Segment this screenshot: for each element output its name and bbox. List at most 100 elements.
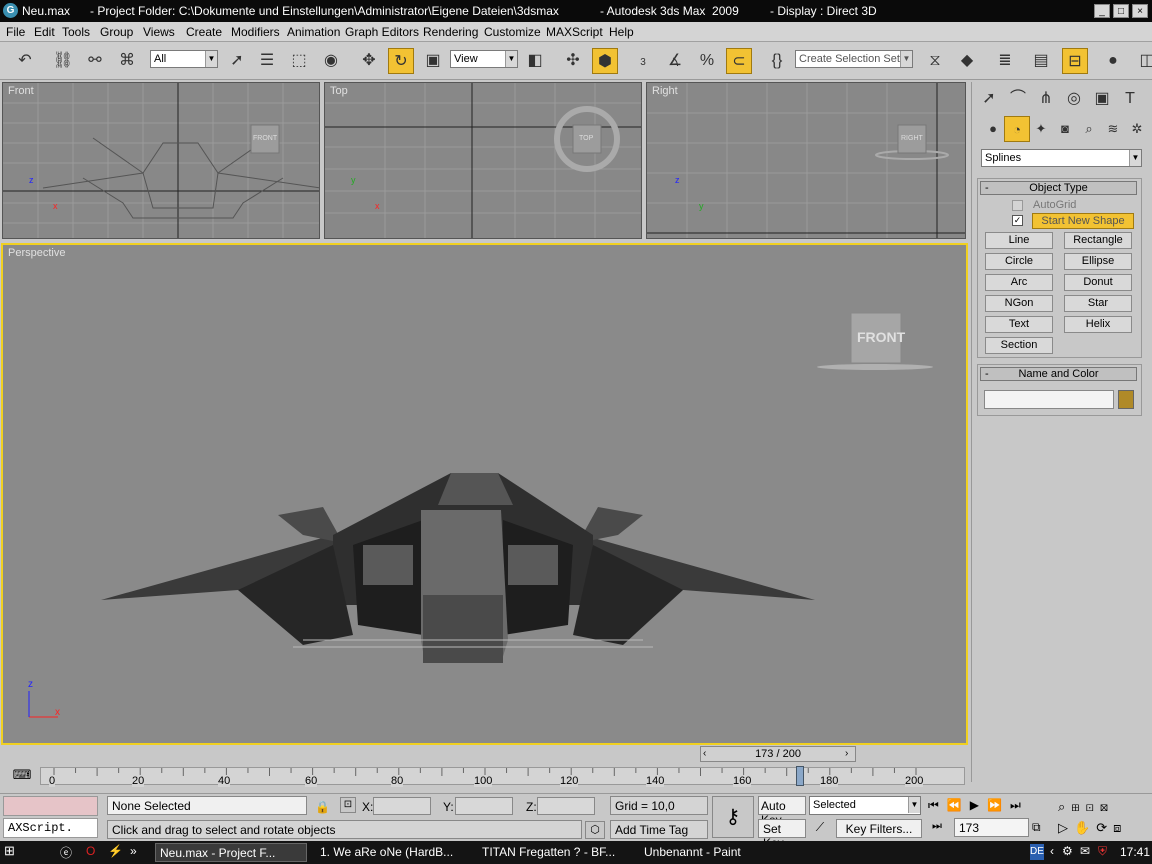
snap-toggle-icon[interactable]: 3	[630, 48, 656, 74]
current-frame-marker[interactable]	[795, 766, 804, 786]
helpers-icon[interactable]: ⌕	[1076, 116, 1102, 142]
task-3dsmax[interactable]: Neu.max - Project F...	[155, 843, 307, 862]
select-by-name-icon[interactable]: ☰	[254, 48, 280, 74]
undo-icon[interactable]: ↶	[12, 48, 38, 74]
start-new-shape-checkbox[interactable]: ✓	[1012, 215, 1023, 226]
modify-tab-icon[interactable]: ⌒	[1005, 86, 1031, 112]
viewport-top[interactable]: Top TOP y x	[324, 82, 642, 239]
bind-space-warp-icon[interactable]: ⌘	[114, 48, 140, 74]
default-tangents-icon[interactable]: ⟋	[810, 820, 830, 838]
systems-icon[interactable]: ✲	[1124, 116, 1150, 142]
menu-maxscript[interactable]: MAXScript	[546, 25, 603, 39]
lock-icon[interactable]: 🔒	[315, 800, 330, 814]
app-icon[interactable]: G	[3, 3, 18, 18]
key-mode-dropdown[interactable]: Selected ▼	[809, 796, 921, 815]
set-key-icon[interactable]: ⚷	[712, 796, 754, 838]
pan-icon[interactable]: ✋	[1074, 820, 1096, 835]
schematic-view-icon[interactable]: ⊟	[1062, 48, 1088, 74]
mini-curve-editor-icon[interactable]: ⌨	[12, 767, 32, 783]
shapes-icon[interactable]: ◔	[1004, 116, 1030, 142]
key-mode-toggle-icon[interactable]: ⏭	[932, 820, 942, 833]
tray-expand-icon[interactable]: ‹	[1050, 844, 1054, 858]
zoom-icon[interactable]: ⌕	[1058, 799, 1071, 814]
edit-named-selection-icon[interactable]: {}	[764, 48, 790, 74]
z-coordinate-input[interactable]	[537, 797, 595, 815]
orbit-icon[interactable]: ⟳	[1096, 820, 1113, 835]
autogrid-checkbox[interactable]	[1012, 200, 1023, 211]
menu-rendering[interactable]: Rendering	[423, 25, 478, 39]
select-scale-icon[interactable]: ▣	[420, 48, 446, 74]
render-setup-icon[interactable]: ◫	[1134, 48, 1152, 74]
menu-create[interactable]: Create	[186, 25, 222, 39]
zoom-extents-icon[interactable]: ⊡	[1086, 799, 1100, 814]
field-of-view-icon[interactable]: ▷	[1058, 820, 1074, 835]
hierarchy-tab-icon[interactable]: ⋔	[1033, 86, 1059, 112]
helix-button[interactable]: Helix	[1064, 316, 1132, 333]
key-filters-button[interactable]: Key Filters...	[836, 819, 922, 838]
quicklaunch-opera-icon[interactable]: O	[86, 844, 95, 858]
task-winamp[interactable]: 1. We aRe oNe (HardB...	[316, 843, 466, 862]
viewcube-top-label[interactable]: TOP	[579, 135, 593, 142]
viewport-right[interactable]: Right RIGHT z y	[646, 82, 966, 239]
time-slider[interactable]: ‹ 173 / 200 ›	[700, 746, 856, 762]
align-icon[interactable]: ◆	[954, 48, 980, 74]
layer-manager-icon[interactable]: ≣	[992, 48, 1018, 74]
keyboard-shortcut-override-icon[interactable]: ⬢	[592, 48, 618, 74]
star-button[interactable]: Star	[1064, 295, 1132, 312]
selection-filter-dropdown[interactable]: All ▼	[150, 50, 218, 68]
section-button[interactable]: Section	[985, 337, 1053, 354]
absolute-mode-icon[interactable]: ⊡	[340, 797, 356, 813]
maxscript-listener-mini[interactable]	[3, 796, 98, 816]
viewport-front[interactable]: Front FRONT z x	[2, 82, 320, 239]
name-color-rollout-header[interactable]: - Name and Color	[980, 367, 1137, 381]
viewcube-front-label[interactable]: FRONT	[857, 329, 905, 345]
x-coordinate-input[interactable]	[373, 797, 431, 815]
tray-antivirus-icon[interactable]: ⛨	[1098, 844, 1107, 859]
menu-edit[interactable]: Edit	[34, 25, 55, 39]
clock[interactable]: 17:41	[1120, 845, 1150, 859]
maximize-button[interactable]: □	[1113, 4, 1129, 18]
pivot-center-icon[interactable]: ◧	[522, 48, 548, 74]
lights-icon[interactable]: ✦	[1028, 116, 1054, 142]
named-selection-sets-dropdown[interactable]: Create Selection Set ▼	[795, 50, 913, 68]
text-button[interactable]: Text	[985, 316, 1053, 333]
menu-views[interactable]: Views	[143, 25, 175, 39]
display-tab-icon[interactable]: ▣	[1089, 86, 1115, 112]
geometry-icon[interactable]: ●	[980, 116, 1006, 142]
close-button[interactable]: ×	[1132, 4, 1148, 18]
donut-button[interactable]: Donut	[1064, 274, 1132, 291]
rectangle-button[interactable]: Rectangle	[1064, 232, 1132, 249]
line-button[interactable]: Line	[985, 232, 1053, 249]
percent-snap-icon[interactable]: %	[694, 48, 720, 74]
current-frame-input[interactable]: 173	[954, 818, 1029, 837]
language-indicator[interactable]: DE	[1030, 844, 1044, 860]
menu-tools[interactable]: Tools	[62, 25, 90, 39]
time-slider-prev-icon[interactable]: ‹	[703, 748, 706, 759]
arc-button[interactable]: Arc	[985, 274, 1053, 291]
circle-button[interactable]: Circle	[985, 253, 1053, 270]
quicklaunch-winamp-icon[interactable]: ⚡	[108, 844, 123, 858]
utilities-tab-icon[interactable]: T	[1117, 86, 1143, 112]
time-slider-next-icon[interactable]: ›	[845, 748, 848, 759]
select-move-icon[interactable]: ✥	[356, 48, 382, 74]
maximize-viewport-icon[interactable]: ⧈	[1113, 820, 1127, 835]
menu-file[interactable]: File	[6, 25, 25, 39]
task-browser[interactable]: TITAN Fregatten ? - BF...	[478, 843, 628, 862]
menu-group[interactable]: Group	[100, 25, 133, 39]
angle-snap-icon[interactable]: ∡	[662, 48, 688, 74]
menu-customize[interactable]: Customize	[484, 25, 541, 39]
select-object-icon[interactable]: ➚	[224, 48, 250, 74]
select-link-icon[interactable]: ⛓	[50, 48, 76, 74]
mirror-icon[interactable]: ⧖	[922, 48, 948, 74]
zoom-all-icon[interactable]: ⊞	[1071, 799, 1085, 814]
previous-frame-icon[interactable]: ⏪	[947, 798, 970, 812]
object-color-swatch[interactable]	[1118, 390, 1134, 409]
tray-network-icon[interactable]: ⚙	[1062, 844, 1073, 858]
viewcube-right-label[interactable]: RIGHT	[901, 135, 923, 142]
menu-modifiers[interactable]: Modifiers	[231, 25, 280, 39]
material-editor-icon[interactable]: ●	[1100, 48, 1126, 74]
zoom-extents-all-icon[interactable]: ⊠	[1100, 799, 1114, 814]
maxscript-input[interactable]: AXScript.	[3, 818, 98, 838]
start-new-shape-button[interactable]: Start New Shape	[1032, 213, 1134, 229]
quicklaunch-more-icon[interactable]: »	[130, 844, 137, 858]
